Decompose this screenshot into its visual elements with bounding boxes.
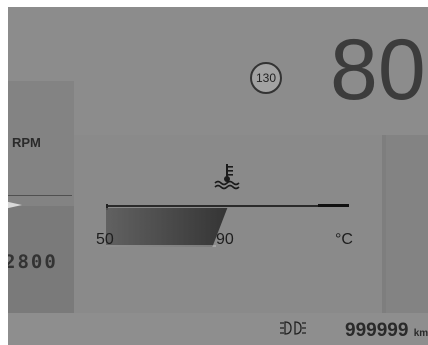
- gauge-unit-label: °C: [335, 231, 353, 248]
- instrument-cluster-screen: RPM 2800 130 80 50 90 °C 999999 km: [8, 7, 428, 345]
- gauge-end-segment: [318, 204, 349, 207]
- rpm-divider: [8, 195, 72, 196]
- odometer-value: 999999: [345, 320, 409, 341]
- tachometer-panel: RPM 2800: [8, 81, 74, 313]
- speed-limit-value: 130: [255, 71, 277, 85]
- speed-limit-sign: 130: [250, 62, 282, 94]
- odometer-readout: 999999 km: [345, 320, 428, 342]
- gauge-fill: [106, 208, 228, 247]
- odometer-icon: [280, 321, 306, 335]
- gauge-max-label: 90: [216, 231, 234, 248]
- coolant-temperature-icon: [214, 164, 240, 190]
- gauge-track: [106, 205, 349, 207]
- speed-readout: 80: [330, 22, 426, 118]
- right-info-panel: [386, 135, 428, 313]
- rpm-label: RPM: [12, 135, 41, 150]
- gauge-min-label: 50: [96, 231, 114, 248]
- odometer-unit: km: [413, 328, 428, 339]
- rpm-value: 2800: [8, 251, 58, 273]
- rpm-pointer: [8, 200, 22, 210]
